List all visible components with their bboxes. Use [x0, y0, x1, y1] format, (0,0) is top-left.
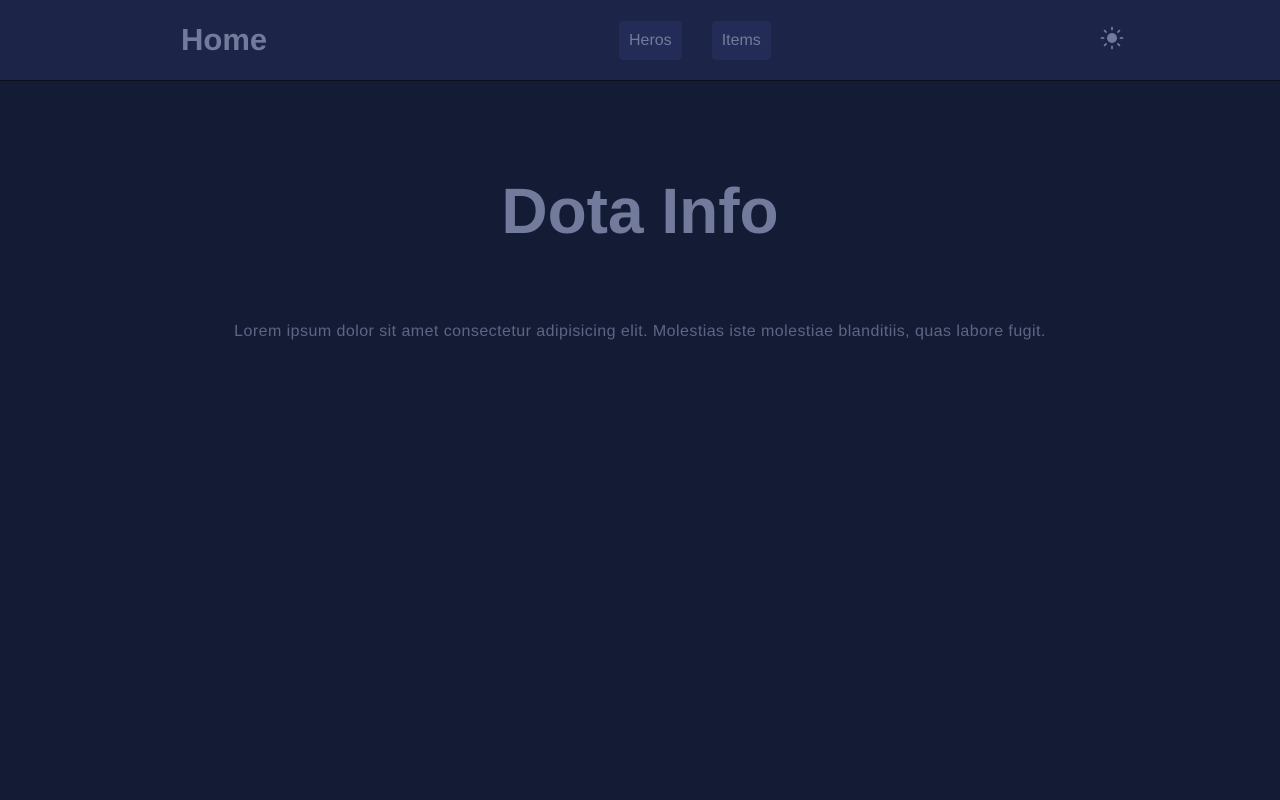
top-navbar: Home Heros Items — [0, 0, 1280, 81]
heros-nav-button[interactable]: Heros — [619, 21, 682, 60]
main-nav: Heros Items — [619, 21, 771, 60]
theme-toggle-button[interactable] — [1098, 24, 1126, 52]
sun-icon — [1100, 26, 1124, 50]
items-nav-button[interactable]: Items — [711, 21, 771, 60]
main-content: Dota Info Lorem ipsum dolor sit amet con… — [0, 81, 1280, 800]
home-link[interactable]: Home — [181, 20, 267, 60]
intro-text: Lorem ipsum dolor sit amet consectetur a… — [234, 323, 1046, 340]
page-title: Dota Info — [501, 175, 779, 247]
